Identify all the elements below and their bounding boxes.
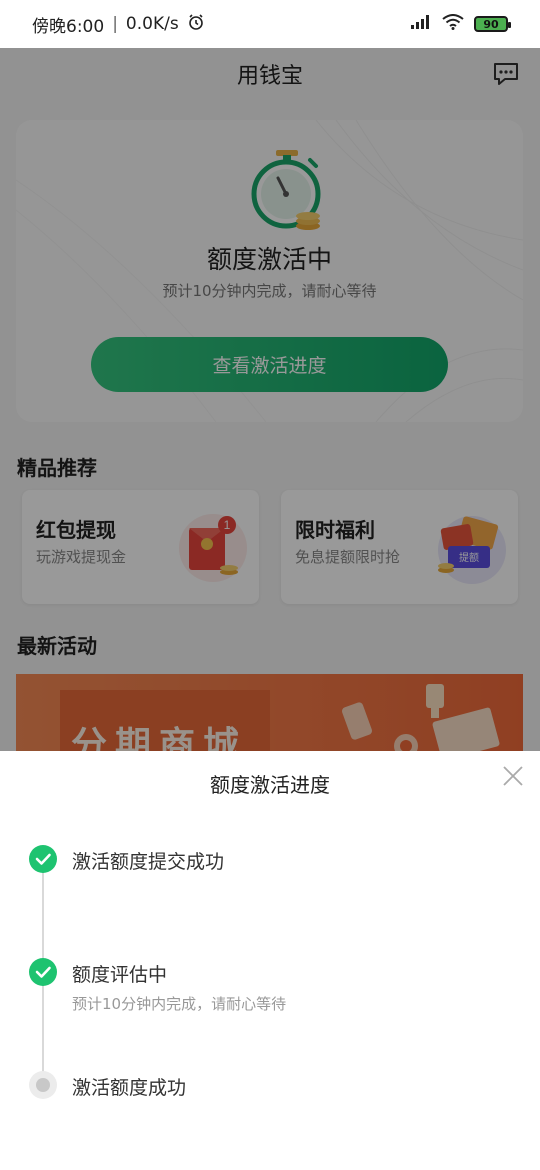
network-speed: 0.0K/s <box>125 14 179 34</box>
step-subtitle: 预计10分钟内完成，请耐心等待 <box>72 995 287 1013</box>
check-icon <box>29 845 57 873</box>
step-label: 额度评估中 <box>72 964 168 986</box>
wifi-icon <box>442 13 464 35</box>
status-time: 傍晚6:00 <box>32 16 105 37</box>
battery-icon: 90 <box>474 16 511 32</box>
alarm-icon <box>187 13 205 36</box>
step-label: 激活额度成功 <box>72 1077 187 1099</box>
modal-backdrop[interactable] <box>0 0 540 751</box>
check-icon <box>29 958 57 986</box>
status-bar: 傍晚6:00 | 0.0K/s 90 <box>0 0 540 48</box>
signal-icon <box>410 14 432 35</box>
step-label: 激活额度提交成功 <box>72 851 225 873</box>
pending-dot-icon <box>29 1071 57 1099</box>
sheet-title: 额度激活进度 <box>210 773 330 797</box>
progress-sheet: 额度激活进度 激活额度提交成功 额度评估中 预计10分钟内完成，请耐心等待 激活… <box>0 751 540 1170</box>
status-separator: | <box>112 14 118 34</box>
close-icon[interactable] <box>502 765 524 787</box>
